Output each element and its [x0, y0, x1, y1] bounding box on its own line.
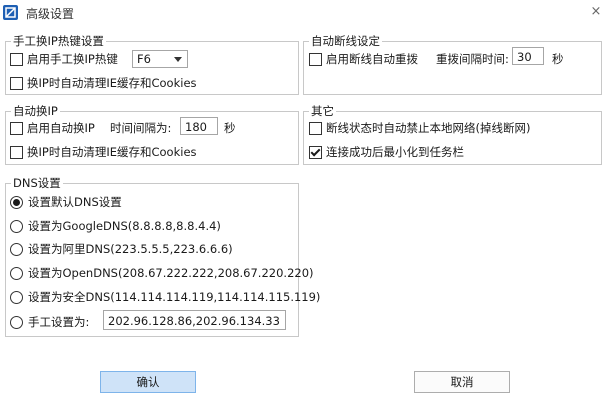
dns-option-label: 设置默认DNS设置	[28, 195, 122, 209]
minimize-label: 连接成功后最小化到任务栏	[326, 145, 464, 159]
dns-option-label: 设置为阿里DNS(223.5.5.5,223.6.6.6)	[28, 242, 233, 256]
block-network-label: 断线状态时自动禁止本地网络(掉线断网)	[326, 121, 531, 135]
dns-radio[interactable]	[10, 242, 23, 256]
dns-option-secure[interactable]: 设置为安全DNS(114.114.114.119,114.114.115.119…	[10, 289, 320, 305]
hotkey-clear-cache-label: 换IP时自动清理IE缓存和Cookies	[27, 76, 197, 90]
disconnect-enable-box[interactable]	[309, 52, 322, 66]
auto-ip-clear-cache-box[interactable]	[10, 145, 23, 159]
dns-option-opendns[interactable]: 设置为OpenDNS(208.67.222.222,208.67.220.220…	[10, 265, 314, 281]
cancel-button[interactable]: 取消	[414, 371, 510, 393]
dns-option-label: 设置为GoogleDNS(8.8.8.8,8.8.4.4)	[28, 219, 221, 233]
disconnect-interval-input[interactable]: 30	[512, 47, 544, 65]
hotkey-clear-cache-checkbox[interactable]: 换IP时自动清理IE缓存和Cookies	[10, 75, 197, 91]
dns-manual-input[interactable]: 202.96.128.86,202.96.134.33	[103, 310, 286, 330]
minimize-box[interactable]	[309, 145, 322, 159]
hotkey-group-legend: 手工换IP热键设置	[13, 34, 104, 48]
hotkey-enable-box[interactable]	[10, 52, 23, 66]
disconnect-group-legend: 自动断线设定	[311, 34, 380, 48]
block-network-box[interactable]	[309, 121, 322, 135]
auto-ip-clear-cache-label: 换IP时自动清理IE缓存和Cookies	[27, 145, 197, 159]
dns-option-label: 设置为OpenDNS(208.67.222.222,208.67.220.220…	[28, 266, 314, 280]
title-bar: 高级设置 ×	[0, 0, 612, 26]
disconnect-interval-label: 重拨间隔时间:	[436, 52, 509, 66]
hotkey-enable-label: 启用手工换IP热键	[27, 52, 118, 66]
dns-radio[interactable]	[10, 315, 23, 329]
auto-ip-enable-checkbox[interactable]: 启用自动换IP	[10, 120, 95, 136]
close-icon[interactable]: ×	[588, 3, 604, 21]
dns-option-manual[interactable]: 手工设置为:	[10, 314, 89, 330]
chevron-down-icon[interactable]	[174, 57, 182, 62]
disconnect-enable-label: 启用断线自动重拨	[326, 52, 418, 66]
auto-ip-interval-input[interactable]: 180	[180, 117, 218, 135]
dns-option-label: 手工设置为:	[28, 315, 90, 329]
hotkey-clear-cache-box[interactable]	[10, 76, 23, 90]
auto-ip-group-legend: 自动换IP	[13, 104, 58, 118]
dns-radio[interactable]	[10, 266, 23, 280]
window-title: 高级设置	[26, 7, 75, 21]
dns-option-google[interactable]: 设置为GoogleDNS(8.8.8.8,8.8.4.4)	[10, 218, 221, 234]
block-network-checkbox[interactable]: 断线状态时自动禁止本地网络(掉线断网)	[309, 120, 530, 136]
dns-option-label: 设置为安全DNS(114.114.114.119,114.114.115.119…	[28, 290, 321, 304]
hotkey-enable-checkbox[interactable]: 启用手工换IP热键	[10, 51, 118, 67]
dns-radio[interactable]	[10, 290, 23, 304]
auto-ip-clear-cache-checkbox[interactable]: 换IP时自动清理IE缓存和Cookies	[10, 144, 197, 160]
auto-ip-enable-label: 启用自动换IP	[27, 121, 95, 135]
auto-ip-interval-label: 时间间隔为:	[110, 121, 172, 135]
dns-option-default[interactable]: 设置默认DNS设置	[10, 194, 122, 210]
minimize-checkbox[interactable]: 连接成功后最小化到任务栏	[309, 144, 464, 160]
app-icon	[3, 5, 18, 20]
disconnect-enable-checkbox[interactable]: 启用断线自动重拨	[309, 51, 418, 67]
hotkey-key-select[interactable]: F6	[132, 50, 188, 68]
dns-radio[interactable]	[10, 219, 23, 233]
hotkey-key-value: F6	[137, 52, 151, 66]
disconnect-interval-unit: 秒	[552, 52, 564, 66]
confirm-button[interactable]: 确认	[100, 371, 196, 393]
auto-ip-interval-unit: 秒	[224, 121, 236, 135]
auto-ip-enable-box[interactable]	[10, 121, 23, 135]
dns-option-ali[interactable]: 设置为阿里DNS(223.5.5.5,223.6.6.6)	[10, 241, 233, 257]
dns-radio[interactable]	[10, 195, 23, 209]
dns-group-legend: DNS设置	[13, 176, 61, 190]
other-group-legend: 其它	[311, 104, 334, 118]
